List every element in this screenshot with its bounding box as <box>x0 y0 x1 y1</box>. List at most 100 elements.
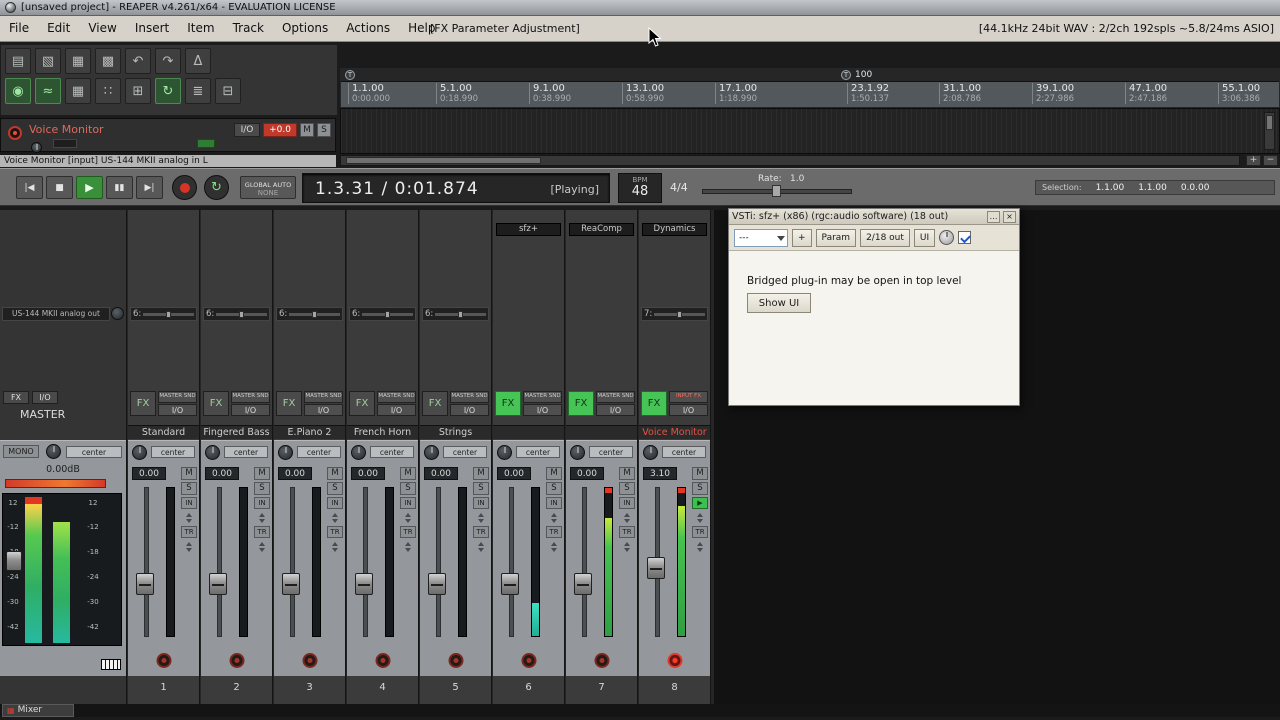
io-button[interactable]: I/O <box>450 404 489 416</box>
record-monitor-button[interactable]: IN <box>254 497 270 509</box>
record-arm-button[interactable] <box>8 126 22 140</box>
fx-button[interactable]: FX <box>422 391 448 416</box>
arrow-up-icon[interactable] <box>624 541 630 546</box>
arrow-down-icon[interactable] <box>186 547 192 552</box>
track-name-label[interactable]: Strings <box>420 425 491 439</box>
pan-knob[interactable] <box>643 445 658 460</box>
menu-view[interactable]: View <box>79 16 125 41</box>
mute-button[interactable]: M <box>692 467 708 480</box>
solo-button[interactable]: S <box>619 482 635 495</box>
track-name-label[interactable] <box>566 425 637 439</box>
keyboard-icon[interactable] <box>101 659 121 670</box>
volume-fader[interactable] <box>282 487 300 637</box>
record-monitor-button[interactable]: IN <box>181 497 197 509</box>
record-arm-button[interactable] <box>448 653 463 668</box>
arrow-down-icon[interactable] <box>478 518 484 523</box>
arrow-down-icon[interactable] <box>624 518 630 523</box>
grid-lines-icon[interactable]: ∷ <box>95 78 121 104</box>
trim-button[interactable]: TR <box>254 526 270 538</box>
record-monitor-button[interactable]: IN <box>473 497 489 509</box>
fader-thumb[interactable] <box>282 573 300 595</box>
spinner-arrows[interactable] <box>619 540 635 553</box>
marker-strip[interactable]: T T 100 <box>341 69 1279 82</box>
arrow-up-icon[interactable] <box>551 541 557 546</box>
mute-button[interactable]: M <box>619 467 635 480</box>
arrow-up-icon[interactable] <box>697 541 703 546</box>
routing-matrix-icon[interactable]: ▦ <box>65 78 91 104</box>
rate-slider-thumb[interactable] <box>772 185 781 197</box>
arrow-up-icon[interactable] <box>697 512 703 517</box>
record-button[interactable] <box>172 175 197 200</box>
spinner-arrows[interactable] <box>181 511 197 524</box>
send-slot[interactable]: 6: <box>349 307 416 321</box>
arrow-up-icon[interactable] <box>259 541 265 546</box>
time-display[interactable]: 1.3.31 / 0:01.874 [Playing] <box>302 173 610 203</box>
volume-readout[interactable]: 0.00 <box>205 467 239 480</box>
pan-knob[interactable] <box>31 142 42 153</box>
volume-fader[interactable] <box>428 487 446 637</box>
arrow-down-icon[interactable] <box>186 518 192 523</box>
send-slot[interactable]: 6: <box>130 307 197 321</box>
envelopes-icon[interactable]: ≈ <box>35 78 61 104</box>
repeat-button[interactable]: ↻ <box>204 175 229 200</box>
tempo-marker-icon[interactable]: T <box>345 70 355 80</box>
fx-insert-slot[interactable]: sfz+ <box>496 223 561 236</box>
fader-thumb[interactable] <box>428 573 446 595</box>
bpm-box[interactable]: BPM 48 <box>618 173 662 203</box>
volume-readout[interactable]: 3.10 <box>643 467 677 480</box>
horizontal-scroll-thumb[interactable] <box>346 157 541 164</box>
mute-button[interactable]: M <box>400 467 416 480</box>
param-button[interactable]: Param <box>815 228 857 247</box>
stop-button[interactable]: ■ <box>46 176 73 199</box>
send-slider[interactable] <box>362 310 413 318</box>
arrow-up-icon[interactable] <box>478 541 484 546</box>
trim-button[interactable]: TR <box>619 526 635 538</box>
trim-button[interactable]: TR <box>327 526 343 538</box>
arrow-up-icon[interactable] <box>186 541 192 546</box>
volume-fader[interactable] <box>209 487 227 637</box>
output-channels-button[interactable]: 2/18 out <box>860 228 910 247</box>
arrow-down-icon[interactable] <box>478 547 484 552</box>
master-fader-thumb[interactable] <box>6 551 22 572</box>
mute-button[interactable]: M <box>327 467 343 480</box>
track-name-label[interactable]: Voice Monitor <box>639 425 710 439</box>
zoom-out-button[interactable]: − <box>1263 155 1278 166</box>
global-automation-button[interactable]: GLOBAL AUTO NONE <box>240 176 296 199</box>
spinner-arrows[interactable] <box>327 540 343 553</box>
bpm-value[interactable]: 48 <box>619 184 661 199</box>
fx-window-titlebar[interactable]: VSTi: sfz+ (x86) (rgc:audio software) (1… <box>729 209 1019 225</box>
record-monitor-button[interactable]: IN <box>619 497 635 509</box>
redo-icon[interactable]: ↷ <box>155 48 181 74</box>
arrow-down-icon[interactable] <box>259 518 265 523</box>
track-name-label[interactable] <box>493 425 564 439</box>
volume-fader[interactable] <box>647 487 665 637</box>
time-signature[interactable]: 4/4 <box>670 181 688 194</box>
record-monitor-button[interactable]: IN <box>400 497 416 509</box>
io-button[interactable]: I/O <box>158 404 197 416</box>
arrow-down-icon[interactable] <box>332 518 338 523</box>
title-bar[interactable]: [unsaved project] - REAPER v4.261/x64 - … <box>0 0 1280 16</box>
record-arm-button[interactable] <box>521 653 536 668</box>
arrow-down-icon[interactable] <box>405 518 411 523</box>
loop-icon[interactable]: ↻ <box>155 78 181 104</box>
pan-knob[interactable] <box>278 445 293 460</box>
hardware-output-button[interactable]: US-144 MKII analog out <box>2 307 110 321</box>
go-to-start-button[interactable]: |◀ <box>16 176 43 199</box>
bypass-checkbox[interactable] <box>958 231 972 244</box>
sends-list-button[interactable]: MASTER SND <box>450 391 489 403</box>
spinner-arrows[interactable] <box>181 540 197 553</box>
sends-list-button[interactable]: MASTER SND <box>596 391 635 403</box>
spinner-arrows[interactable] <box>473 540 489 553</box>
trim-button[interactable]: TR <box>473 526 489 538</box>
spinner-arrows[interactable] <box>473 511 489 524</box>
arrow-down-icon[interactable] <box>697 518 703 523</box>
record-arm-button[interactable] <box>156 653 171 668</box>
selection-box[interactable]: Selection: 1.1.00 1.1.00 0.0.00 <box>1035 180 1275 195</box>
arrow-down-icon[interactable] <box>624 547 630 552</box>
io-button[interactable]: I/O <box>377 404 416 416</box>
volume-readout[interactable]: 0.00 <box>424 467 458 480</box>
record-monitor-led[interactable] <box>197 139 215 148</box>
arrow-down-icon[interactable] <box>332 547 338 552</box>
trim-button[interactable]: TR <box>181 526 197 538</box>
record-monitor-button[interactable]: IN <box>327 497 343 509</box>
